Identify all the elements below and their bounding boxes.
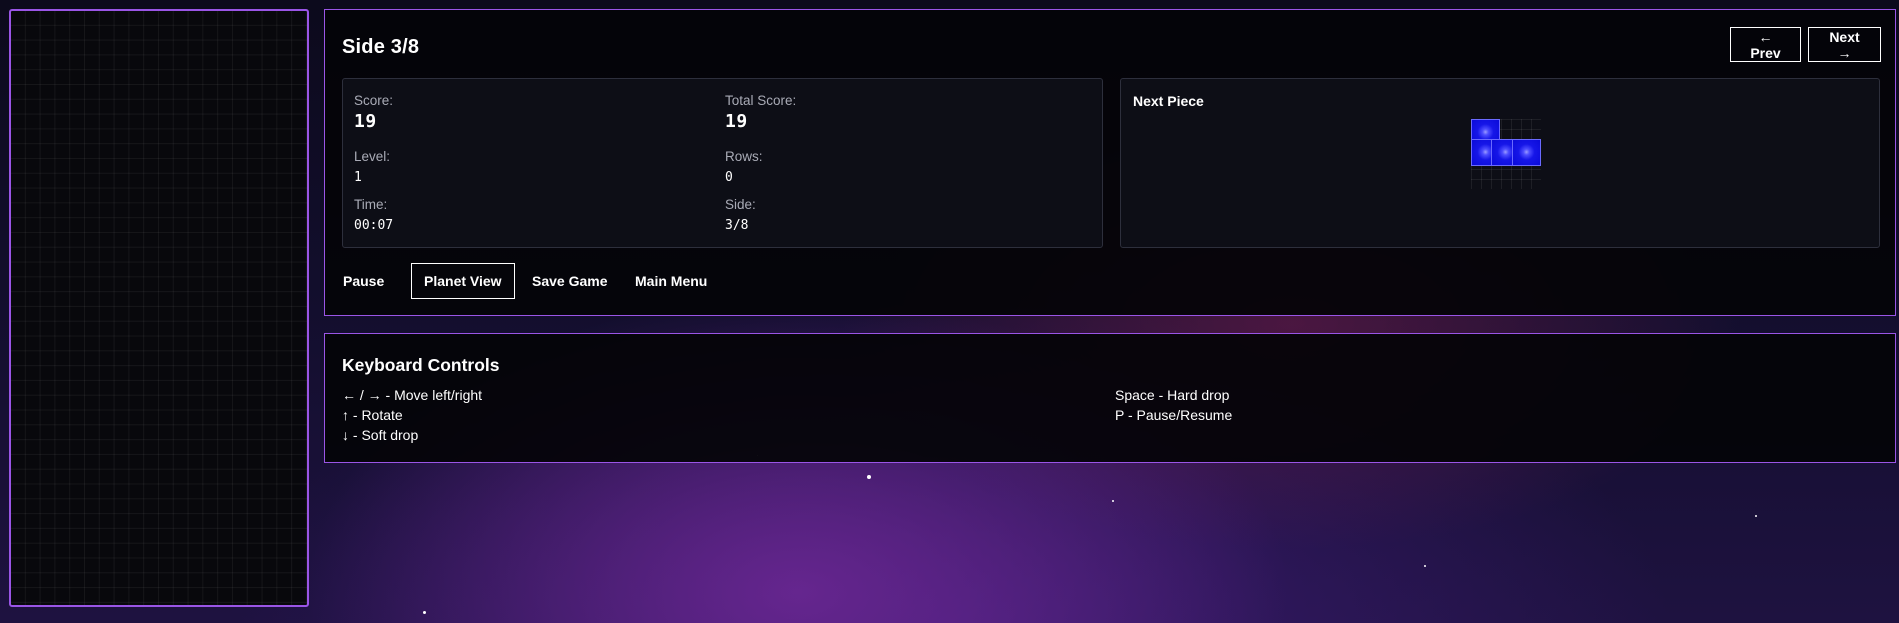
game-panel: Side 3/8 ← Prev Next → Score: 19 Total S…	[324, 9, 1896, 316]
planet-view-button[interactable]: Planet View	[411, 263, 515, 299]
control-soft-drop: ↓ - Soft drop	[342, 427, 419, 443]
next-side-button[interactable]: Next →	[1808, 27, 1881, 62]
next-piece-panel: Next Piece	[1120, 78, 1880, 248]
next-piece-title: Next Piece	[1133, 93, 1204, 109]
piece-block	[1512, 139, 1541, 166]
main-menu-button[interactable]: Main Menu	[622, 263, 720, 299]
star	[1112, 500, 1114, 502]
side-title: Side 3/8	[342, 36, 420, 58]
star	[1424, 565, 1426, 567]
star	[867, 475, 871, 479]
side-value: 3/8	[725, 218, 749, 233]
level-label: Level:	[354, 149, 391, 164]
score-value: 19	[354, 111, 377, 132]
rows-value: 0	[725, 170, 733, 185]
save-game-button[interactable]: Save Game	[519, 263, 621, 299]
control-rotate: ↑ - Rotate	[342, 407, 403, 423]
control-move: ← / → - Move left/right	[342, 387, 483, 403]
stats-panel: Score: 19 Total Score: 19 Level: 1 Rows:…	[342, 78, 1103, 248]
total-score-label: Total Score:	[725, 93, 797, 108]
keyboard-controls-panel: Keyboard Controls ← / → - Move left/righ…	[324, 333, 1896, 463]
next-piece-preview	[1471, 119, 1541, 189]
time-label: Time:	[354, 197, 388, 212]
game-board[interactable]	[9, 9, 309, 607]
side-label: Side:	[725, 197, 756, 212]
level-value: 1	[354, 170, 362, 185]
star	[423, 611, 426, 614]
time-value: 00:07	[354, 218, 394, 233]
keyboard-controls-title: Keyboard Controls	[342, 355, 500, 375]
total-score-value: 19	[725, 111, 748, 132]
star	[1755, 515, 1757, 517]
control-hard-drop: Space - Hard drop	[1115, 387, 1230, 403]
control-pause: P - Pause/Resume	[1115, 407, 1233, 423]
prev-side-button[interactable]: ← Prev	[1730, 27, 1801, 62]
score-label: Score:	[354, 93, 394, 108]
pause-button[interactable]: Pause	[330, 263, 397, 299]
rows-label: Rows:	[725, 149, 763, 164]
